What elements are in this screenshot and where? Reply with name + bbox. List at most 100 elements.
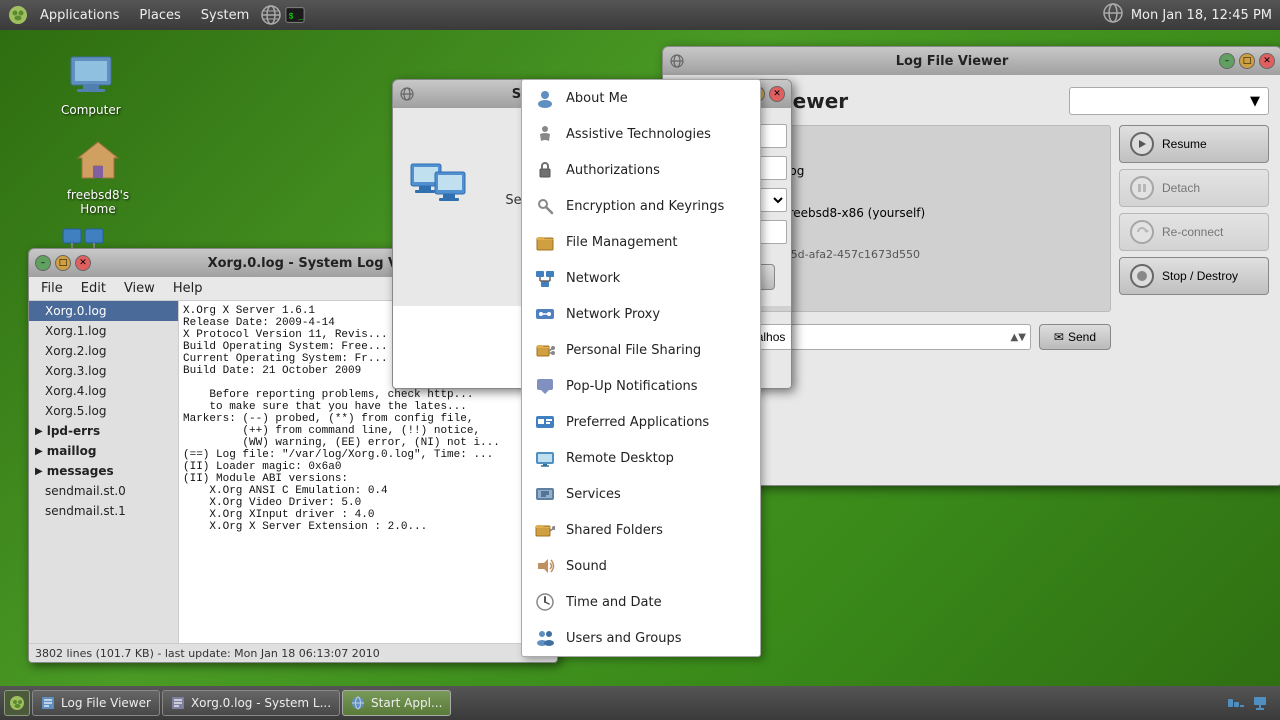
menu-item-users-and-groups[interactable]: Users and Groups [522, 620, 760, 656]
stop-destroy-label: Stop / Destroy [1162, 269, 1238, 283]
syslog-menu-edit[interactable]: Edit [73, 279, 114, 298]
top-panel-left: Applications Places System [8, 5, 305, 25]
menu-item-assistive-tech[interactable]: Assistive Technologies [522, 116, 760, 152]
places-menu[interactable]: Places [131, 6, 188, 25]
globe-icon[interactable] [261, 5, 281, 25]
top-panel: Applications Places System [0, 0, 1280, 30]
taskbar-startapp-btn[interactable]: Start Appl... [342, 690, 451, 716]
syslog-close-btn[interactable]: ✕ [75, 255, 91, 271]
encryption-label: Encryption and Keyrings [566, 199, 724, 214]
desktop-icon-computer[interactable]: Computer [55, 45, 127, 123]
start-app-win-icon [399, 86, 415, 102]
desktop-icon-home[interactable]: freebsd8's Home [52, 130, 144, 222]
syslog-statusbar: 3802 lines (101.7 KB) - last update: Mon… [29, 643, 557, 663]
gnome-foot-icon [8, 5, 28, 25]
syslog-item-xorg0[interactable]: Xorg.0.log [29, 301, 178, 321]
encryption-icon [534, 195, 556, 217]
taskbar-logviewer-btn[interactable]: Log File Viewer [32, 690, 160, 716]
taskbar-right [1228, 695, 1276, 711]
syslog-menu-view[interactable]: View [116, 279, 163, 298]
popup-notifications-icon [534, 375, 556, 397]
menu-item-time-and-date[interactable]: Time and Date [522, 584, 760, 620]
computer-icon-label: Computer [61, 103, 121, 117]
preferred-apps-label: Preferred Applications [566, 415, 709, 430]
resume-icon [1130, 132, 1154, 156]
reconnect-button[interactable]: Re-connect [1119, 213, 1269, 251]
logviewer-dropdown-arrow: ▼ [1250, 94, 1260, 109]
taskbar-menu-icon[interactable] [4, 690, 30, 716]
clock: Mon Jan 18, 12:45 PM [1131, 8, 1272, 23]
about-me-label: About Me [566, 91, 628, 106]
syslog-item-messages[interactable]: ▶ messages [29, 461, 178, 481]
menu-item-about-me[interactable]: About Me [522, 80, 760, 116]
syslog-minimize-btn[interactable]: – [35, 255, 51, 271]
home-icon-label: freebsd8's Home [58, 188, 138, 216]
syslog-menu-help[interactable]: Help [165, 279, 211, 298]
syslog-item-sendmail1[interactable]: sendmail.st.1 [29, 501, 178, 521]
logviewer-send-button[interactable]: ✉ Send [1039, 324, 1111, 350]
sound-icon [534, 555, 556, 577]
time-and-date-label: Time and Date [566, 595, 662, 610]
stop-destroy-button[interactable]: Stop / Destroy [1119, 257, 1269, 295]
syslog-sidebar: Xorg.0.log Xorg.1.log Xorg.2.log Xorg.3.… [29, 301, 179, 643]
syslog-item-xorg4[interactable]: Xorg.4.log [29, 381, 178, 401]
menu-item-sound[interactable]: Sound [522, 548, 760, 584]
file-management-icon [534, 231, 556, 253]
network-proxy-icon [534, 303, 556, 325]
system-menu[interactable]: System [193, 6, 257, 25]
taskbar-syslog-btn[interactable]: Xorg.0.log - System L... [162, 690, 340, 716]
menu-item-preferred-apps[interactable]: Preferred Applications [522, 404, 760, 440]
taskbar-logviewer-label: Log File Viewer [61, 696, 151, 710]
menu-item-file-management[interactable]: File Management [522, 224, 760, 260]
desktop: Applications Places System [0, 0, 1280, 720]
network-label: Network [566, 271, 620, 286]
resume-button[interactable]: Resume [1119, 125, 1269, 163]
taskbar-logviewer-icon [41, 696, 55, 710]
authorizations-label: Authorizations [566, 163, 660, 178]
menu-item-remote-desktop[interactable]: Remote Desktop [522, 440, 760, 476]
menu-item-authorizations[interactable]: Authorizations [522, 152, 760, 188]
authorizations-icon [534, 159, 556, 181]
popup-notifications-label: Pop-Up Notifications [566, 379, 698, 394]
remote-desktop-icon [534, 447, 556, 469]
computer-icon [67, 51, 115, 99]
start-app-close-btn[interactable]: ✕ [769, 86, 785, 102]
menu-item-encryption[interactable]: Encryption and Keyrings [522, 188, 760, 224]
logviewer-host-arrow: ▲▼ [1011, 332, 1026, 343]
menu-item-shared-folders[interactable]: Shared Folders [522, 512, 760, 548]
syslog-item-xorg2[interactable]: Xorg.2.log [29, 341, 178, 361]
logviewer-file-dropdown[interactable]: ▼ [1069, 87, 1269, 115]
assistive-tech-icon [534, 123, 556, 145]
syslog-maximize-btn[interactable]: □ [55, 255, 71, 271]
users-and-groups-icon [534, 627, 556, 649]
detach-button[interactable]: Detach [1119, 169, 1269, 207]
syslog-item-xorg3[interactable]: Xorg.3.log [29, 361, 178, 381]
syslog-item-xorg1[interactable]: Xorg.1.log [29, 321, 178, 341]
logviewer-titlebar: Log File Viewer – □ ✕ [663, 47, 1280, 75]
terminal-icon[interactable]: $ _ [285, 5, 305, 25]
menu-item-popup-notifications[interactable]: Pop-Up Notifications [522, 368, 760, 404]
send-icon: ✉ [1054, 330, 1064, 344]
menu-item-services[interactable]: Services [522, 476, 760, 512]
applications-menu[interactable]: Applications [32, 6, 127, 25]
stop-icon [1130, 264, 1154, 288]
logviewer-maximize-btn[interactable]: □ [1239, 53, 1255, 69]
menu-item-network[interactable]: Network [522, 260, 760, 296]
syslog-item-lpd[interactable]: ▶ lpd-errs [29, 421, 178, 441]
preferred-apps-icon [534, 411, 556, 433]
detach-label: Detach [1162, 181, 1200, 195]
network-status-icon [1103, 3, 1123, 27]
svg-text:$ _: $ _ [289, 12, 304, 22]
syslog-item-maillog[interactable]: ▶ maillog [29, 441, 178, 461]
syslog-status-text: 3802 lines (101.7 KB) - last update: Mon… [35, 647, 380, 660]
taskbar-syslog-label: Xorg.0.log - System L... [191, 696, 331, 710]
logviewer-minimize-btn[interactable]: – [1219, 53, 1235, 69]
syslog-item-sendmail0[interactable]: sendmail.st.0 [29, 481, 178, 501]
sound-label: Sound [566, 559, 607, 574]
menu-item-personal-file-sharing[interactable]: Personal File Sharing [522, 332, 760, 368]
syslog-menu-file[interactable]: File [33, 279, 71, 298]
logviewer-close-btn[interactable]: ✕ [1259, 53, 1275, 69]
menu-item-network-proxy[interactable]: Network Proxy [522, 296, 760, 332]
reconnect-icon [1130, 220, 1154, 244]
syslog-item-xorg5[interactable]: Xorg.5.log [29, 401, 178, 421]
